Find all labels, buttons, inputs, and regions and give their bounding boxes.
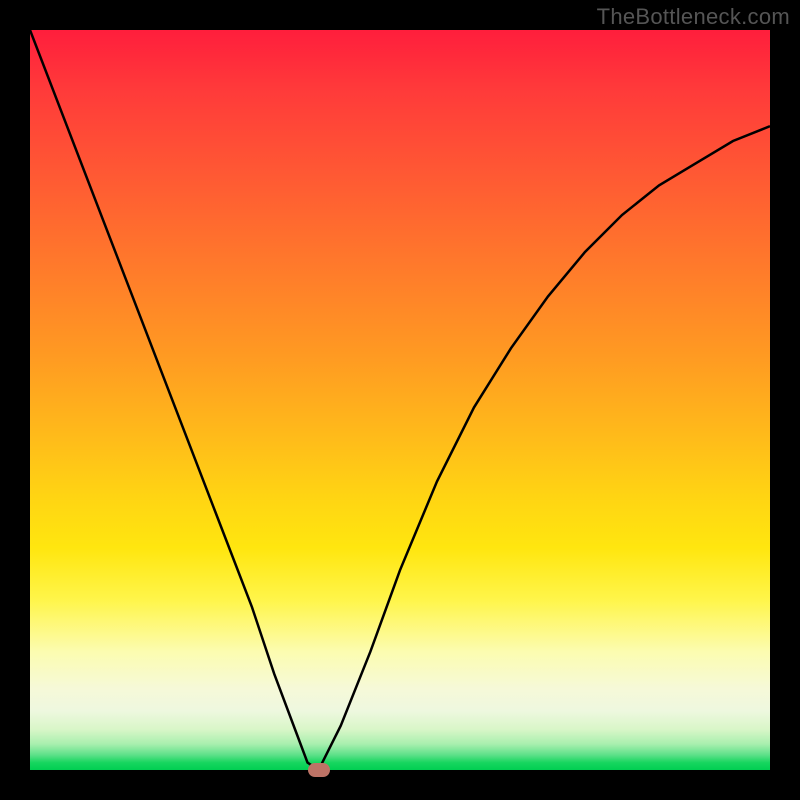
watermark-text: TheBottleneck.com [597,4,790,30]
curve-path [30,30,770,770]
optimum-marker [308,763,330,777]
chart-frame: TheBottleneck.com [0,0,800,800]
bottleneck-curve [30,30,770,770]
plot-area [30,30,770,770]
